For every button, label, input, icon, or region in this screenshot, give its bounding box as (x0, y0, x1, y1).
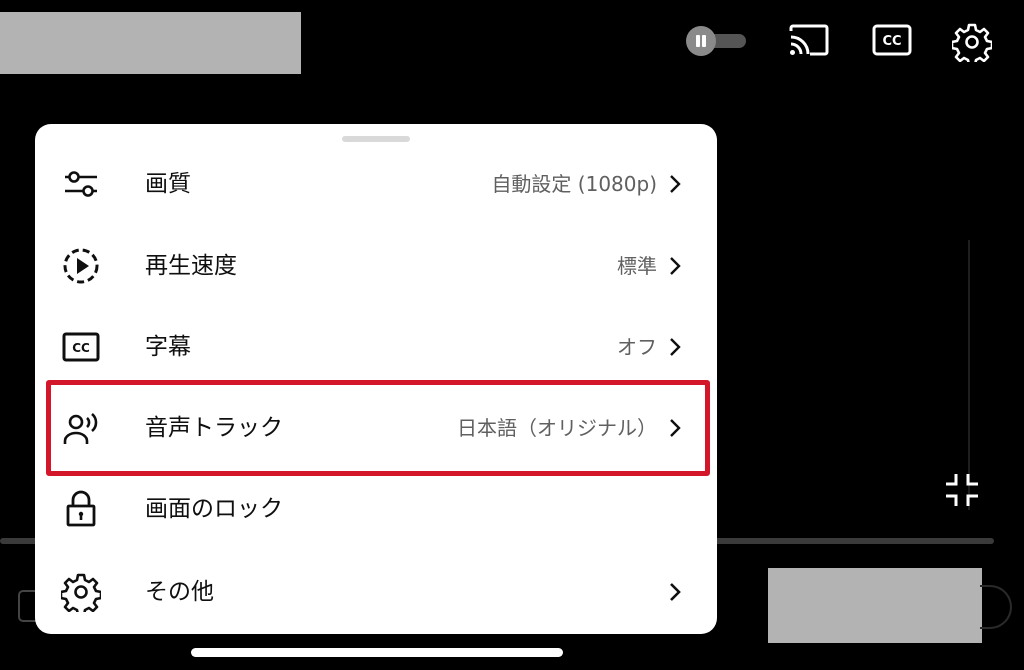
chevron-right-icon (670, 257, 681, 275)
gear-icon (61, 573, 101, 612)
closed-captions-icon[interactable]: CC (872, 24, 912, 56)
menu-item-more[interactable]: その他 (35, 552, 717, 632)
highlight-annotation (46, 380, 710, 476)
chevron-right-icon (670, 175, 681, 193)
lock-icon (66, 490, 96, 527)
chevron-right-icon (670, 338, 681, 356)
pause-icon (686, 26, 716, 56)
closed-captions-icon: CC (62, 332, 100, 362)
settings-sheet: 画質 自動設定 (1080p) 再生速度 標準 CC 字幕 オフ 音声トラック … (35, 124, 717, 634)
home-indicator[interactable] (191, 648, 563, 657)
playback-speed-icon (63, 248, 99, 284)
menu-item-value: 自動設定 (1080p) (491, 172, 657, 196)
sliders-icon (65, 171, 97, 197)
svg-text:CC: CC (882, 34, 901, 49)
svg-text:CC: CC (72, 341, 90, 355)
control-button-edge (980, 585, 1012, 629)
redacted-control-area (768, 568, 982, 643)
autoplay-toggle[interactable] (686, 26, 748, 56)
chevron-right-icon (670, 583, 681, 601)
menu-item-screen-lock[interactable]: 画面のロック (35, 469, 717, 549)
settings-icon[interactable] (952, 22, 992, 62)
menu-item-captions[interactable]: CC 字幕 オフ (35, 307, 717, 387)
drag-handle[interactable] (342, 136, 410, 142)
cast-icon[interactable] (788, 23, 830, 57)
menu-item-label: 字幕 (145, 334, 191, 360)
menu-item-label: その他 (145, 579, 214, 605)
exit-fullscreen-icon[interactable] (942, 470, 982, 510)
redacted-title-area (0, 12, 301, 74)
menu-item-quality[interactable]: 画質 自動設定 (1080p) (35, 144, 717, 224)
menu-item-value: 標準 (617, 254, 657, 278)
menu-item-label: 画質 (145, 171, 191, 197)
menu-item-label: 再生速度 (145, 253, 237, 279)
menu-item-value: オフ (617, 335, 657, 359)
menu-item-playback-speed[interactable]: 再生速度 標準 (35, 226, 717, 306)
menu-item-label: 画面のロック (145, 496, 283, 522)
